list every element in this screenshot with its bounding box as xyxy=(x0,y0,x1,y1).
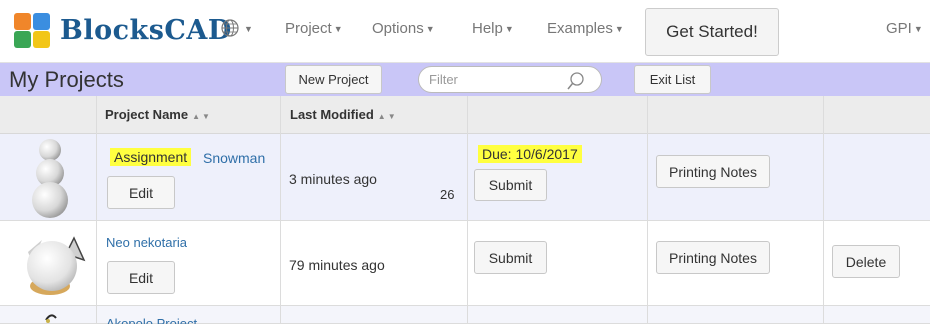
brand-name: BlocksCAD xyxy=(60,14,232,46)
submit-button[interactable]: Submit xyxy=(474,169,547,201)
printing-notes-button[interactable]: Printing Notes xyxy=(656,241,770,274)
filter-input[interactable]: Filter xyxy=(418,66,602,93)
edit-button[interactable]: Edit xyxy=(107,261,175,294)
column-divider xyxy=(280,96,281,324)
get-started-button[interactable]: Get Started! xyxy=(645,8,779,56)
chevron-down-icon: ▼ xyxy=(913,24,923,35)
table-header: Project Name ▲▼ Last Modified ▲▼ xyxy=(0,96,930,134)
project-link[interactable]: Neo nekotaria xyxy=(106,235,187,250)
brand[interactable]: BlocksCAD xyxy=(12,10,232,50)
sort-icon: ▲▼ xyxy=(377,112,398,121)
project-link[interactable]: Snowman xyxy=(203,150,265,166)
edit-button[interactable]: Edit xyxy=(107,176,175,209)
user-menu[interactable]: GPI ▼ xyxy=(886,20,923,37)
nav-examples[interactable]: Examples ▼ xyxy=(547,20,624,37)
exit-list-button[interactable]: Exit List xyxy=(634,65,711,94)
project-count: 26 xyxy=(440,187,455,202)
last-modified: 79 minutes ago xyxy=(289,257,385,273)
new-project-button[interactable]: New Project xyxy=(285,65,382,94)
page-title: My Projects xyxy=(9,67,124,92)
last-modified: 3 minutes ago xyxy=(289,171,377,187)
printing-notes-button[interactable]: Printing Notes xyxy=(656,155,770,188)
globe-icon[interactable] xyxy=(220,18,240,38)
chevron-down-icon: ▼ xyxy=(333,24,343,35)
sort-icon: ▲▼ xyxy=(192,112,212,121)
nav-project[interactable]: Project ▼ xyxy=(285,20,343,37)
submit-button[interactable]: Submit xyxy=(474,241,547,274)
blockscad-logo-icon xyxy=(12,10,56,50)
search-icon xyxy=(567,72,584,90)
chevron-down-icon: ▼ xyxy=(614,24,624,35)
delete-button[interactable]: Delete xyxy=(832,245,900,278)
nav-help[interactable]: Help ▼ xyxy=(472,20,514,37)
chevron-down-icon: ▼ xyxy=(425,24,435,35)
nav-options[interactable]: Options ▼ xyxy=(372,20,435,37)
column-last-modified[interactable]: Last Modified ▲▼ xyxy=(290,107,398,122)
navbar: BlocksCAD ▼ Project ▼ Options ▼ Help ▼ Exam… xyxy=(0,0,930,63)
language-dropdown-caret[interactable]: ▼ xyxy=(242,20,253,37)
column-divider xyxy=(647,96,648,324)
column-divider xyxy=(96,96,97,324)
filter-placeholder: Filter xyxy=(429,72,458,87)
column-project-name[interactable]: Project Name ▲▼ xyxy=(105,107,212,122)
chevron-down-icon: ▼ xyxy=(504,24,514,35)
project-thumbnail-icon[interactable] xyxy=(44,312,58,324)
column-divider xyxy=(823,96,824,324)
column-divider xyxy=(467,96,468,324)
due-date-badge: Due: 10/6/2017 xyxy=(478,145,582,163)
cat-head-thumbnail-icon[interactable] xyxy=(14,232,90,298)
project-link[interactable]: Akopolo Project xyxy=(106,316,197,324)
assignment-badge: Assignment xyxy=(110,148,192,166)
snowman-thumbnail-icon[interactable] xyxy=(26,138,74,220)
